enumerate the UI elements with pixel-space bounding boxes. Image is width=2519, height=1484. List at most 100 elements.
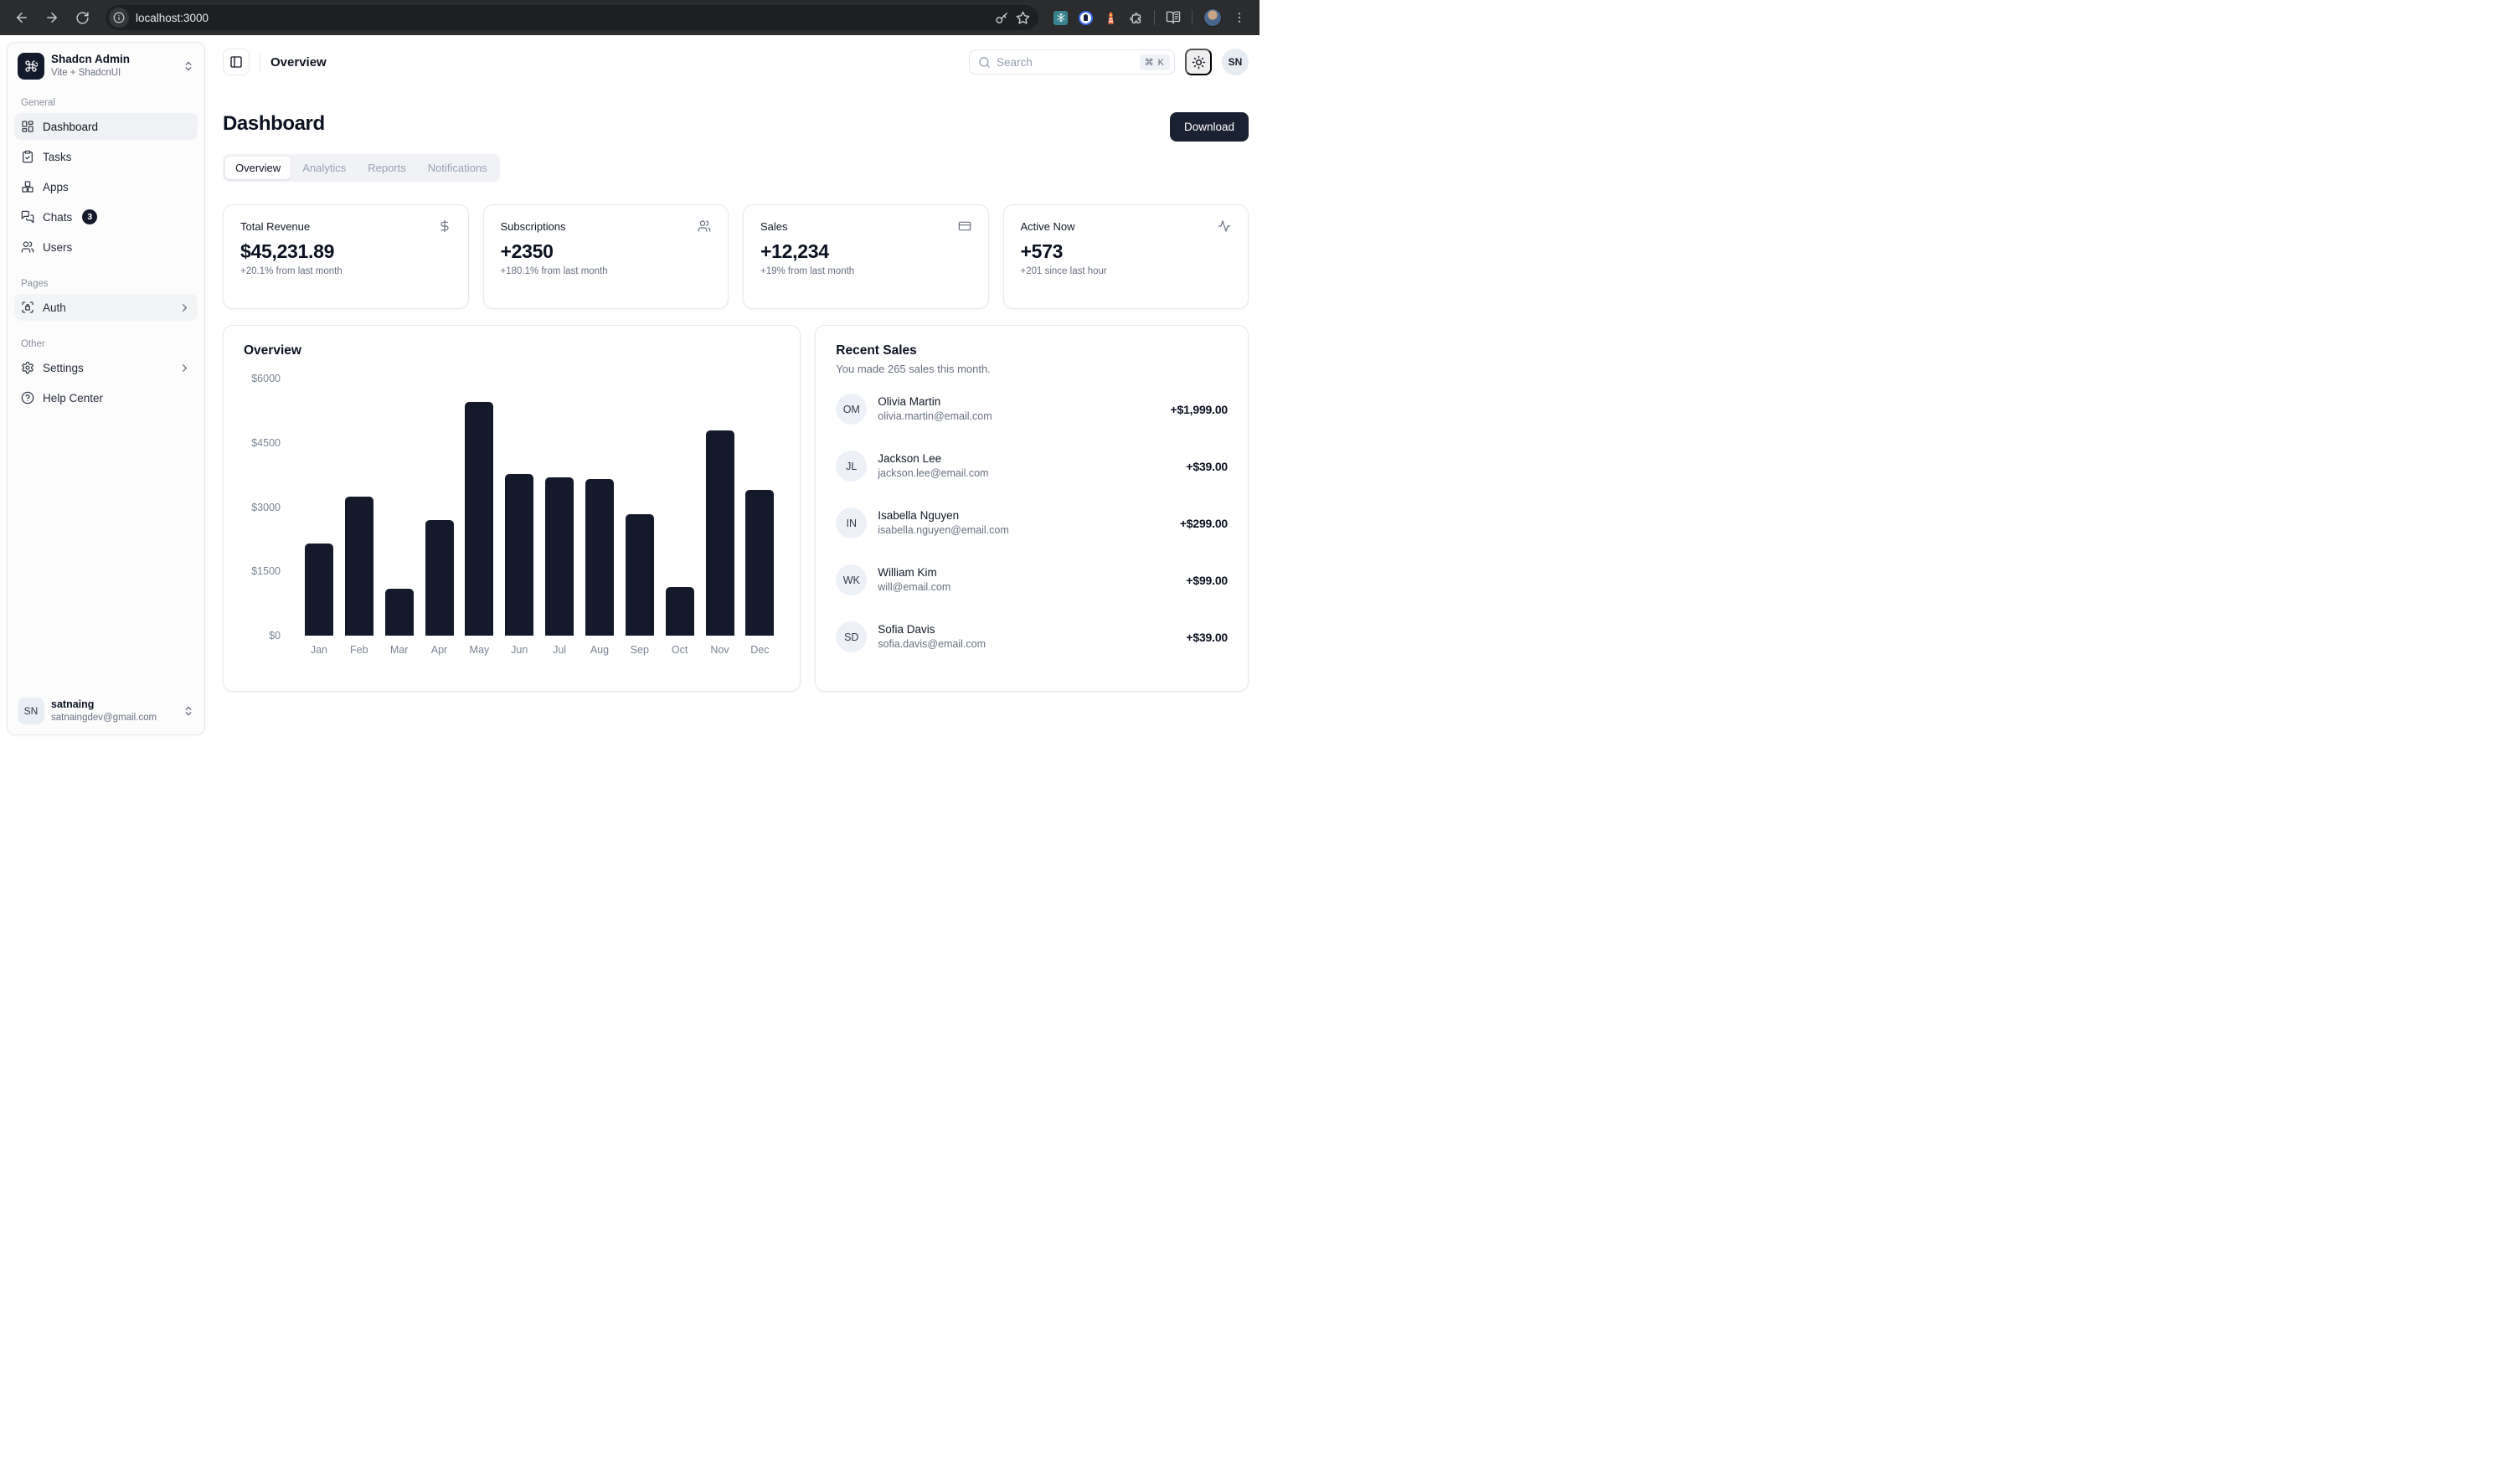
command-icon: [18, 53, 44, 80]
bar-slot-aug: Aug: [580, 379, 620, 636]
page-title: Dashboard: [223, 112, 325, 136]
tab-notifications[interactable]: Notifications: [418, 157, 497, 179]
tab-reports[interactable]: Reports: [358, 157, 416, 179]
bottom-panels: Overview $0$1500$3000$4500$6000 Jan Feb …: [223, 325, 1249, 692]
chart-y-axis: $0$1500$3000$4500$6000: [244, 379, 281, 636]
dollar-icon: [438, 219, 451, 233]
sidebar-item-label: Settings: [43, 362, 84, 374]
bar-jul: [545, 477, 574, 636]
bar-may: [465, 402, 493, 636]
team-switcher[interactable]: Shadcn Admin Vite + ShadcnUI: [14, 49, 198, 83]
stat-value: +573: [1021, 240, 1232, 263]
bar-slot-feb: Feb: [339, 379, 379, 636]
more-menu-icon[interactable]: [1233, 11, 1246, 24]
bar-dec: [745, 490, 774, 636]
toolbar-divider: [1192, 10, 1193, 25]
stat-change: +19% from last month: [760, 266, 971, 276]
x-tick-label: Nov: [710, 644, 729, 656]
stat-value: +2350: [501, 240, 712, 263]
stat-title: Active Now: [1021, 220, 1075, 233]
sidebar-section: Dashboard Tasks Apps Chats 3 Users: [14, 113, 198, 260]
key-icon[interactable]: [995, 11, 1009, 25]
bar-oct: [666, 587, 694, 636]
account-avatar[interactable]: SN: [1222, 49, 1249, 75]
bookmark-star-icon[interactable]: [1016, 11, 1030, 25]
search-input[interactable]: Search ⌘ K: [969, 49, 1175, 75]
stat-cards: Total Revenue $45,231.89 +20.1% from las…: [223, 204, 1249, 309]
reading-list-icon[interactable]: [1166, 10, 1181, 25]
chevron-right-icon: [178, 362, 191, 374]
sale-customer-email: olivia.martin@email.com: [878, 410, 992, 424]
sidebar-item-users[interactable]: Users: [14, 234, 198, 260]
y-tick-label: $1500: [251, 565, 281, 577]
sidebar-item-label: Help Center: [43, 392, 103, 404]
address-bar[interactable]: localhost:3000: [106, 5, 1038, 30]
sidebar-item-tasks[interactable]: Tasks: [14, 143, 198, 170]
sidebar-item-label: Tasks: [43, 151, 72, 163]
download-button[interactable]: Download: [1170, 112, 1249, 142]
sidebar-item-settings[interactable]: Settings: [14, 354, 198, 381]
x-tick-label: Apr: [431, 644, 447, 656]
apps-icon: [21, 180, 34, 193]
x-tick-label: Dec: [750, 644, 769, 656]
sidebar-item-help-center[interactable]: Help Center: [14, 384, 198, 411]
puzzle-extensions-icon[interactable]: [1129, 11, 1143, 25]
onepassword-extension-icon[interactable]: [1079, 11, 1093, 25]
stat-card-total-revenue: Total Revenue $45,231.89 +20.1% from las…: [223, 204, 469, 309]
sale-meta: Jackson Lee jackson.lee@email.com: [878, 451, 988, 481]
lighthouse-extension-icon[interactable]: [1104, 11, 1118, 25]
chevrons-up-down-icon: [183, 705, 194, 717]
activity-icon: [1218, 219, 1231, 233]
sidebar-item-apps[interactable]: Apps: [14, 173, 198, 200]
info-icon[interactable]: [109, 8, 129, 28]
search-icon: [978, 56, 991, 69]
bar-jan: [305, 544, 333, 636]
chevron-right-icon: [178, 301, 191, 314]
user-email: satnaingdev@gmail.com: [51, 712, 176, 724]
profile-avatar[interactable]: [1203, 8, 1222, 27]
stat-card-subscriptions: Subscriptions +2350 +180.1% from last mo…: [483, 204, 729, 309]
x-tick-label: Oct: [672, 644, 688, 656]
sidebar-section: Auth: [14, 294, 198, 321]
sidebar-section-label: Other: [21, 339, 191, 349]
stat-change: +201 since last hour: [1021, 266, 1232, 276]
sidebar-user-menu[interactable]: SN satnaing satnaingdev@gmail.com: [14, 694, 198, 728]
sidebar-item-label: Apps: [43, 181, 69, 193]
search-placeholder: Search: [997, 56, 1134, 69]
sidebar-item-dashboard[interactable]: Dashboard: [14, 113, 198, 140]
stat-change: +180.1% from last month: [501, 266, 712, 276]
bar-slot-jan: Jan: [299, 379, 339, 636]
sale-amount: +$99.00: [1186, 574, 1228, 587]
sale-customer-name: Jackson Lee: [878, 451, 988, 466]
back-icon[interactable]: [10, 6, 33, 29]
x-tick-label: Feb: [350, 644, 368, 656]
sidebar-item-label: Chats: [43, 211, 72, 224]
recent-sale-row: JL Jackson Lee jackson.lee@email.com +$3…: [836, 451, 1228, 482]
forward-icon[interactable]: [40, 6, 64, 29]
snowflake-extension-icon[interactable]: [1053, 11, 1068, 25]
sidebar-toggle-button[interactable]: [223, 49, 250, 75]
chart-bars: Jan Feb Mar Apr May Jun Jul Aug Sep Oct …: [281, 379, 780, 636]
theme-toggle-button[interactable]: [1185, 49, 1212, 75]
sale-avatar: JL: [836, 451, 867, 482]
settings-icon: [21, 361, 34, 374]
overview-chart-card: Overview $0$1500$3000$4500$6000 Jan Feb …: [223, 325, 801, 692]
sidebar-item-auth[interactable]: Auth: [14, 294, 198, 321]
sidebar-section-label: General: [21, 98, 191, 108]
sidebar-section: Settings Help Center: [14, 354, 198, 411]
sale-meta: Olivia Martin olivia.martin@email.com: [878, 394, 992, 424]
chats-badge: 3: [82, 209, 97, 224]
page-header: Dashboard Download: [223, 112, 1249, 142]
tab-analytics[interactable]: Analytics: [292, 157, 356, 179]
y-tick-label: $0: [269, 630, 281, 642]
sale-avatar: WK: [836, 564, 867, 595]
reload-icon[interactable]: [70, 6, 94, 29]
bar-slot-dec: Dec: [739, 379, 780, 636]
bar-slot-jul: Jul: [539, 379, 580, 636]
stat-card-active-now: Active Now +573 +201 since last hour: [1003, 204, 1249, 309]
recent-sales-subtitle: You made 265 sales this month.: [836, 363, 1228, 375]
sidebar-item-chats[interactable]: Chats 3: [14, 204, 198, 230]
url-text[interactable]: localhost:3000: [136, 12, 988, 24]
tab-overview[interactable]: Overview: [225, 157, 291, 179]
recent-sales-list: OM Olivia Martin olivia.martin@email.com…: [836, 394, 1228, 652]
